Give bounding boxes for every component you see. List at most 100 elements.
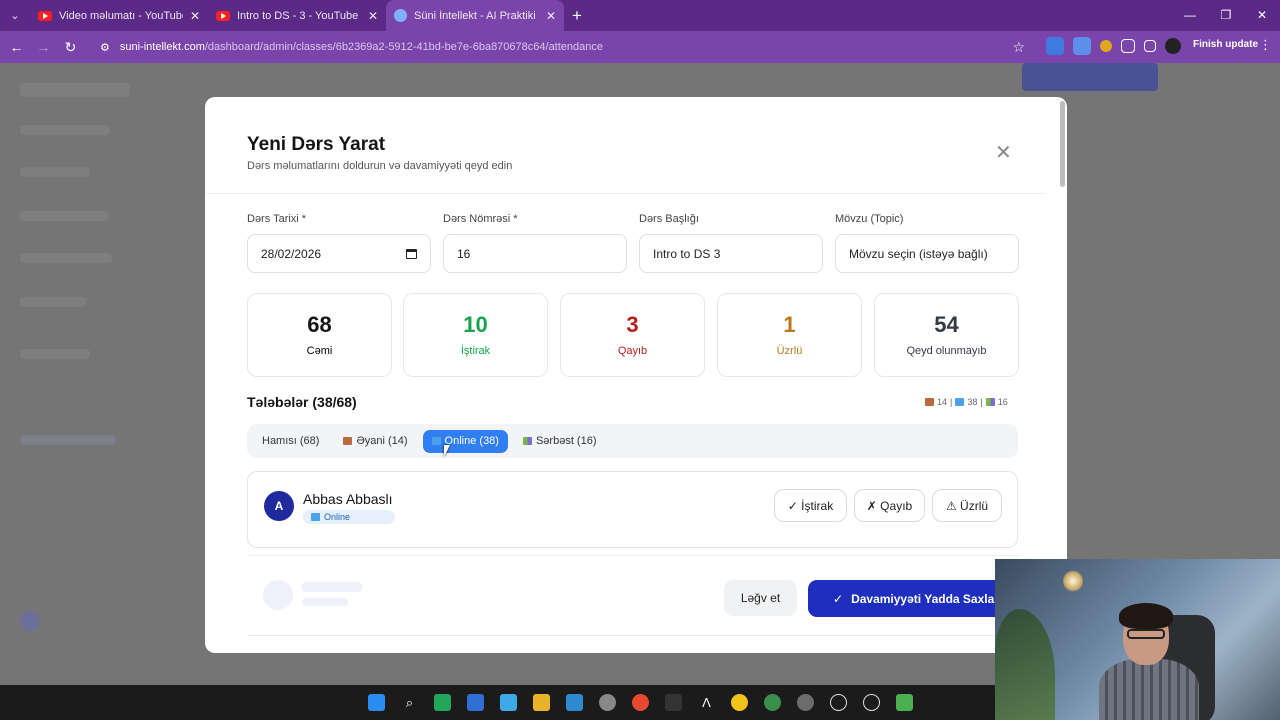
tab-search-chevron-icon[interactable]: ⌄ (0, 0, 30, 31)
sidebar-item (20, 125, 110, 135)
search-icon[interactable]: ⌕ (401, 694, 418, 711)
file-explorer-icon[interactable] (533, 694, 550, 711)
new-tab-button[interactable]: + (564, 0, 590, 31)
books-icon (522, 437, 532, 445)
lesson-title-input[interactable]: Intro to DS 3 (639, 234, 823, 273)
students-heading: Tələbələr (38/68) (247, 394, 357, 410)
save-label: Davamiyyəti Yadda Saxla (851, 591, 995, 606)
lesson-number-input[interactable]: 16 (443, 234, 627, 273)
online-count: 38 (967, 397, 978, 407)
stat-value: 54 (934, 312, 959, 337)
avatar-placeholder (263, 580, 293, 610)
sidebar-item (20, 297, 86, 307)
address-bar[interactable]: ⚙ suni-intellekt.com/dashboard/admin/cla… (90, 35, 1035, 59)
window-controls: — ❐ ✕ (1172, 0, 1280, 31)
filter-tab-all[interactable]: Hamısı (68) (253, 430, 328, 453)
reload-icon[interactable]: ↻ (57, 39, 84, 56)
minimize-icon[interactable]: — (1172, 0, 1208, 31)
date-input[interactable]: 28/02/2026 (247, 234, 431, 273)
app-b-icon[interactable] (731, 694, 748, 711)
site-settings-icon[interactable]: ⚙ (100, 41, 110, 54)
present-button[interactable]: ✓ İştirak (774, 489, 847, 522)
mouse-cursor (444, 445, 456, 457)
sidebar-item (20, 211, 108, 221)
back-icon[interactable]: ← (3, 39, 30, 55)
stat-label: Üzrlü (776, 345, 803, 357)
lesson-number-value: 16 (457, 246, 471, 261)
lightbulb-icon[interactable] (863, 694, 880, 711)
notepad-icon[interactable] (500, 694, 517, 711)
glasses (1127, 629, 1165, 639)
sidebar-item (20, 435, 116, 445)
settings-gear-icon[interactable] (599, 694, 616, 711)
vscode-icon[interactable] (434, 694, 451, 711)
chrome-profile-icon[interactable] (764, 694, 781, 711)
create-lesson-modal: Yeni Dərs Yarat Dərs məlumatlarını doldu… (205, 97, 1067, 653)
cancel-button[interactable]: Ləğv et (724, 580, 797, 616)
stat-label: İştirak (460, 345, 491, 357)
close-tab-icon[interactable]: ✕ (546, 9, 556, 23)
browser-tab-2[interactable]: Intro to DS - 3 - YouTube ✕ (208, 0, 386, 31)
mode-counts: 14 | 38 | 16 (925, 397, 1008, 407)
outlook-icon[interactable] (467, 694, 484, 711)
browser-tab-3[interactable]: Süni İntellekt - AI Praktiki Kurs | ✕ (386, 0, 564, 31)
excused-button[interactable]: ⚠ Üzrlü (932, 489, 1002, 522)
modal-subtitle: Dərs məlumatlarını doldurun və davamiyyə… (247, 160, 513, 172)
chrome-icon[interactable] (632, 694, 649, 711)
filter-tab-in-person[interactable]: Əyani (14) (334, 430, 416, 453)
stat-label: Cəmi (306, 345, 333, 357)
more-menu-icon[interactable]: ⋮ (1259, 37, 1272, 53)
close-icon[interactable]: ✕ (995, 143, 1012, 163)
tab-strip: ⌄ Video məlumatı - YouTube Studi ✕ Intro… (0, 0, 1280, 31)
close-tab-icon[interactable]: ✕ (190, 9, 200, 23)
bookmark-star-icon[interactable]: ☆ (1012, 39, 1025, 56)
youtube-icon (216, 10, 230, 21)
finish-update-button[interactable]: Finish update (1193, 39, 1258, 50)
sidebar-item (20, 253, 112, 263)
translate-extension-icon[interactable] (1046, 37, 1064, 55)
stat-value: 3 (626, 312, 639, 337)
mode-badge-label: Online (324, 512, 351, 522)
check-icon: ✓ (833, 591, 844, 606)
date-value: 28/02/2026 (261, 246, 322, 261)
side-panel-icon[interactable] (1144, 40, 1156, 52)
windows-start-icon[interactable] (368, 694, 385, 711)
site-icon (394, 9, 407, 22)
house-icon (925, 398, 934, 406)
lesson-number-label: Dərs Nömrəsi * (443, 213, 518, 225)
forward-icon[interactable]: → (30, 39, 57, 55)
close-window-icon[interactable]: ✕ (1244, 0, 1280, 31)
browser-tab-1[interactable]: Video məlumatı - YouTube Studi ✕ (30, 0, 208, 31)
mode-badge: Online (303, 510, 395, 524)
taskbar: ⌕ Λ (0, 685, 995, 720)
extensions-puzzle-icon[interactable] (1121, 39, 1135, 53)
stat-value: 1 (783, 312, 796, 337)
filter-tab-online[interactable]: Online (38) (422, 429, 508, 453)
gear-app-icon[interactable] (797, 694, 814, 711)
topic-select[interactable]: Mövzu seçin (istəyə bağlı) (835, 234, 1019, 273)
coin-extension-icon[interactable] (1100, 40, 1112, 52)
filter-tab-flexible[interactable]: Sərbəst (16) (514, 430, 606, 453)
laptop-icon (431, 437, 441, 445)
absent-button[interactable]: ✗ Qayıb (854, 489, 925, 522)
person-body (1099, 659, 1199, 720)
student-row: A Abbas Abbaslı Online ✓ İştirak ✗ Qayıb… (247, 471, 1018, 548)
sidebar-item (20, 167, 90, 177)
tab-title: Süni İntellekt - AI Praktiki Kurs | (414, 9, 539, 22)
calendar-icon[interactable] (406, 248, 417, 259)
student-name: Abbas Abbaslı (303, 491, 393, 507)
restore-icon[interactable]: ❐ (1208, 0, 1244, 31)
photos-icon[interactable] (566, 694, 583, 711)
app-a-icon[interactable]: Λ (698, 694, 715, 711)
in-person-count: 14 (937, 397, 948, 407)
modal-scrollbar[interactable] (1060, 101, 1065, 187)
capcut-icon[interactable] (665, 694, 682, 711)
modal-title: Yeni Dərs Yarat (247, 134, 386, 155)
app-c-icon[interactable] (896, 694, 913, 711)
books-icon (985, 398, 995, 406)
close-tab-icon[interactable]: ✕ (368, 9, 378, 23)
profile-avatar[interactable] (1165, 38, 1181, 54)
screen-extension-icon[interactable] (1073, 37, 1091, 55)
obs-icon[interactable] (830, 694, 847, 711)
webcam-overlay-image (995, 559, 1280, 720)
